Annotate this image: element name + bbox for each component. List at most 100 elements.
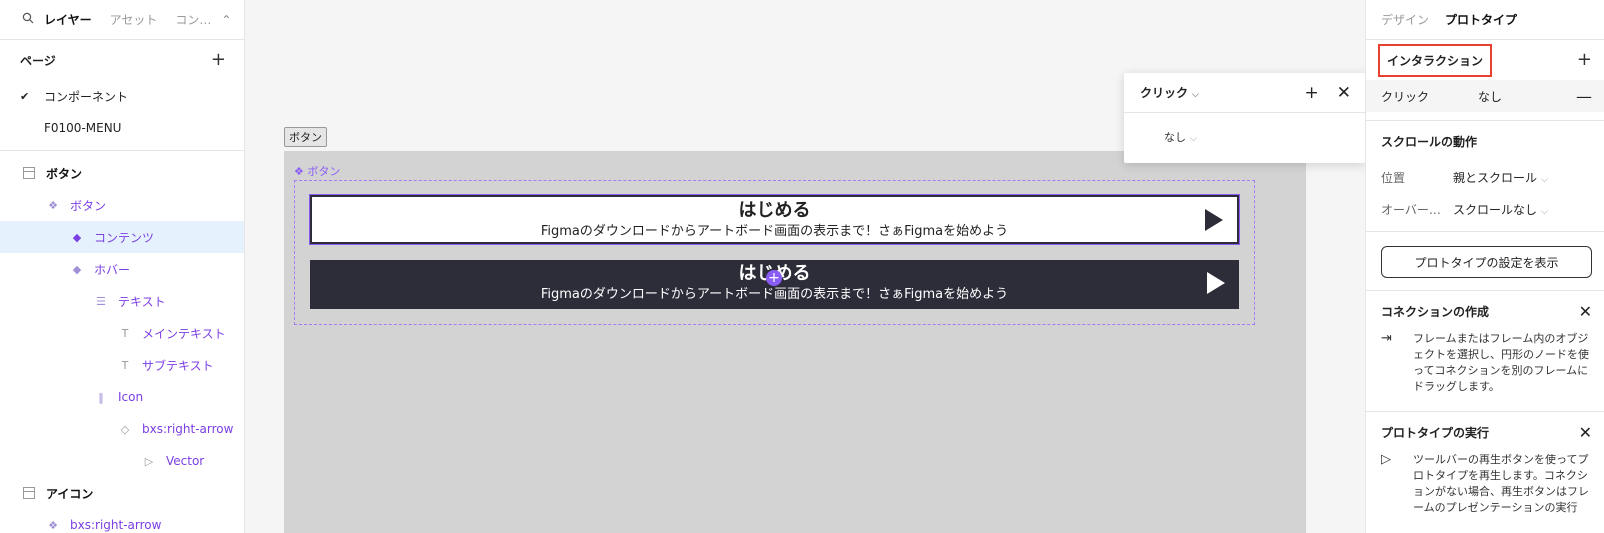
interaction-header: インタラクション + (1366, 40, 1604, 80)
layer-row[interactable]: ❖ ボタン (0, 189, 244, 221)
layer-label: アイコン (46, 486, 94, 501)
scroll-header: スクロールの動作 (1366, 121, 1604, 161)
connection-card-body: ⇥ フレームまたはフレーム内のオブジェクトを選択し、円形のノードを使ってコネクシ… (1366, 331, 1604, 411)
main-text: はじめる (738, 200, 811, 221)
layer-row[interactable]: T サブテキスト (0, 349, 244, 381)
right-arrow-icon (1205, 209, 1223, 231)
tab-layers[interactable]: レイヤー (44, 11, 92, 28)
remove-interaction-icon[interactable]: — (1576, 87, 1592, 106)
instance-icon: ◇ (120, 422, 130, 436)
text-icon: T (121, 326, 129, 340)
add-page-icon[interactable]: + (211, 51, 226, 69)
layer-row[interactable]: アイコン (0, 477, 244, 509)
right-arrow-icon (1207, 272, 1225, 294)
layer-row[interactable]: ▷ Vector (0, 445, 244, 477)
add-icon[interactable]: + (1305, 83, 1319, 103)
frame-icon (22, 486, 36, 500)
action-value: なし (1164, 131, 1186, 144)
connection-card-header: コネクションの作成 ✕ (1366, 291, 1604, 331)
divider (0, 150, 244, 151)
divider (1366, 231, 1604, 232)
layer-label: テキスト (118, 294, 166, 309)
vector-icon: ▷ (144, 454, 154, 468)
right-tabs: デザイン プロトタイプ (1366, 0, 1604, 40)
add-interaction-icon[interactable]: + (1577, 51, 1592, 69)
check-icon: ✔ (20, 89, 30, 103)
text-icon: T (121, 358, 129, 372)
properties-panel: デザイン プロトタイプ インタラクション + クリック なし — スクロールの動… (1365, 0, 1604, 533)
layers-panel: レイヤー アセット コン… ⌃ ページ + ✔ コンポーネント F0100-ME… (0, 0, 245, 533)
action-dropdown[interactable]: なし ⌵ (1124, 113, 1365, 145)
figma-app: レイヤー アセット コン… ⌃ ページ + ✔ コンポーネント F0100-ME… (0, 0, 1604, 533)
run-text: ツールバーの再生ボタンを使ってプロトタイプを再生します。コネクションがない場合、… (1413, 453, 1589, 514)
overflow-row: オーバー… スクロールなし ⌵ (1366, 193, 1604, 225)
component-icon: ◆ (72, 230, 82, 244)
layer-label: ボタン (70, 198, 107, 213)
layer-row[interactable]: ☰ テキスト (0, 285, 244, 317)
auto-layout-horizontal-icon: ‖ (98, 390, 104, 404)
frame-icon (22, 166, 36, 180)
connection-node-plus-icon[interactable]: + (766, 270, 782, 286)
interaction-action: なし (1478, 89, 1503, 104)
play-icon: ▷ (1381, 452, 1391, 467)
popover-header: クリック ⌵ + ✕ (1124, 73, 1365, 113)
overflow-value: スクロールなし (1453, 202, 1538, 217)
position-row: 位置 親とスクロール ⌵ (1366, 161, 1604, 193)
layer-row[interactable]: ボタン (0, 157, 244, 189)
tab-prototype[interactable]: プロトタイプ (1445, 11, 1517, 28)
sub-text: Figmaのダウンロードからアートボード画面の表示まで！さぁFigmaを始めよう (540, 224, 1009, 239)
connection-icon: ⇥ (1381, 331, 1392, 346)
interaction-title: インタラクション (1378, 43, 1493, 77)
scroll-title: スクロールの動作 (1381, 134, 1478, 149)
frame-name-tag[interactable]: ボタン (284, 127, 327, 147)
close-icon[interactable]: ✕ (1337, 83, 1351, 103)
trigger-value: クリック (1140, 86, 1189, 100)
page-label: コンポーネント (44, 89, 129, 104)
position-dropdown[interactable]: 親とスクロール ⌵ (1453, 169, 1548, 186)
chevron-down-icon: ⌵ (1541, 174, 1548, 185)
interaction-row[interactable]: クリック なし — (1366, 80, 1604, 112)
overflow-label: オーバー… (1381, 202, 1441, 217)
tab-assets[interactable]: アセット (110, 11, 158, 28)
search-icon[interactable] (22, 12, 34, 24)
layer-row-selected[interactable]: ◆ コンテンツ (0, 221, 244, 253)
run-card-header: プロトタイプの実行 ✕ (1366, 412, 1604, 452)
layer-label: サブテキスト (142, 358, 214, 373)
overflow-dropdown[interactable]: スクロールなし ⌵ (1453, 201, 1548, 218)
component-set-label[interactable]: ❖ ボタン (294, 163, 340, 179)
tab-design[interactable]: デザイン (1381, 11, 1429, 28)
component-set-icon: ❖ (48, 518, 58, 532)
auto-layout-icon: ☰ (96, 294, 106, 308)
layer-row[interactable]: ◇ bxs:right-arrow (0, 413, 244, 445)
close-icon[interactable]: ✕ (1579, 302, 1592, 321)
sub-text: Figmaのダウンロードからアートボード画面の表示まで！さぁFigmaを始めよう (540, 287, 1009, 302)
connection-text: フレームまたはフレーム内のオブジェクトを選択し、円形のノードを使ってコネクション… (1413, 332, 1589, 393)
chevron-down-icon: ⌵ (1190, 134, 1197, 144)
component-icon: ◆ (72, 262, 82, 276)
layer-row[interactable]: ‖ Icon (0, 381, 244, 413)
chevron-up-icon[interactable]: ⌃ (221, 13, 231, 27)
interaction-trigger: クリック (1381, 89, 1430, 104)
layer-label: Vector (166, 454, 205, 468)
button-variant-content[interactable]: はじめる Figmaのダウンロードからアートボード画面の表示まで！さぁFigma… (309, 194, 1240, 245)
page-label: F0100-MENU (44, 121, 122, 135)
layer-label: ボタン (46, 166, 83, 181)
layer-label: bxs:right-arrow (70, 518, 162, 532)
position-label: 位置 (1381, 170, 1406, 185)
left-tabs: レイヤー アセット コン… ⌃ (0, 0, 244, 40)
layer-label: メインテキスト (142, 326, 226, 341)
run-title: プロトタイプの実行 (1381, 425, 1490, 440)
component-set-icon: ❖ (48, 198, 58, 212)
tab-page-switcher[interactable]: コン… (175, 11, 211, 28)
chevron-down-icon: ⌵ (1192, 90, 1199, 100)
position-value: 親とスクロール (1453, 170, 1538, 185)
page-item[interactable]: F0100-MENU (0, 112, 244, 144)
layer-row[interactable]: ◆ ホバー (0, 253, 244, 285)
layer-row[interactable]: ❖ bxs:right-arrow (0, 509, 244, 533)
trigger-dropdown[interactable]: クリック ⌵ (1140, 84, 1287, 101)
page-item[interactable]: ✔ コンポーネント (0, 80, 244, 112)
prototype-settings-button[interactable]: プロトタイプの設定を表示 (1381, 246, 1592, 278)
close-icon[interactable]: ✕ (1579, 423, 1592, 442)
layer-row[interactable]: T メインテキスト (0, 317, 244, 349)
pages-header: ページ + (0, 40, 244, 80)
